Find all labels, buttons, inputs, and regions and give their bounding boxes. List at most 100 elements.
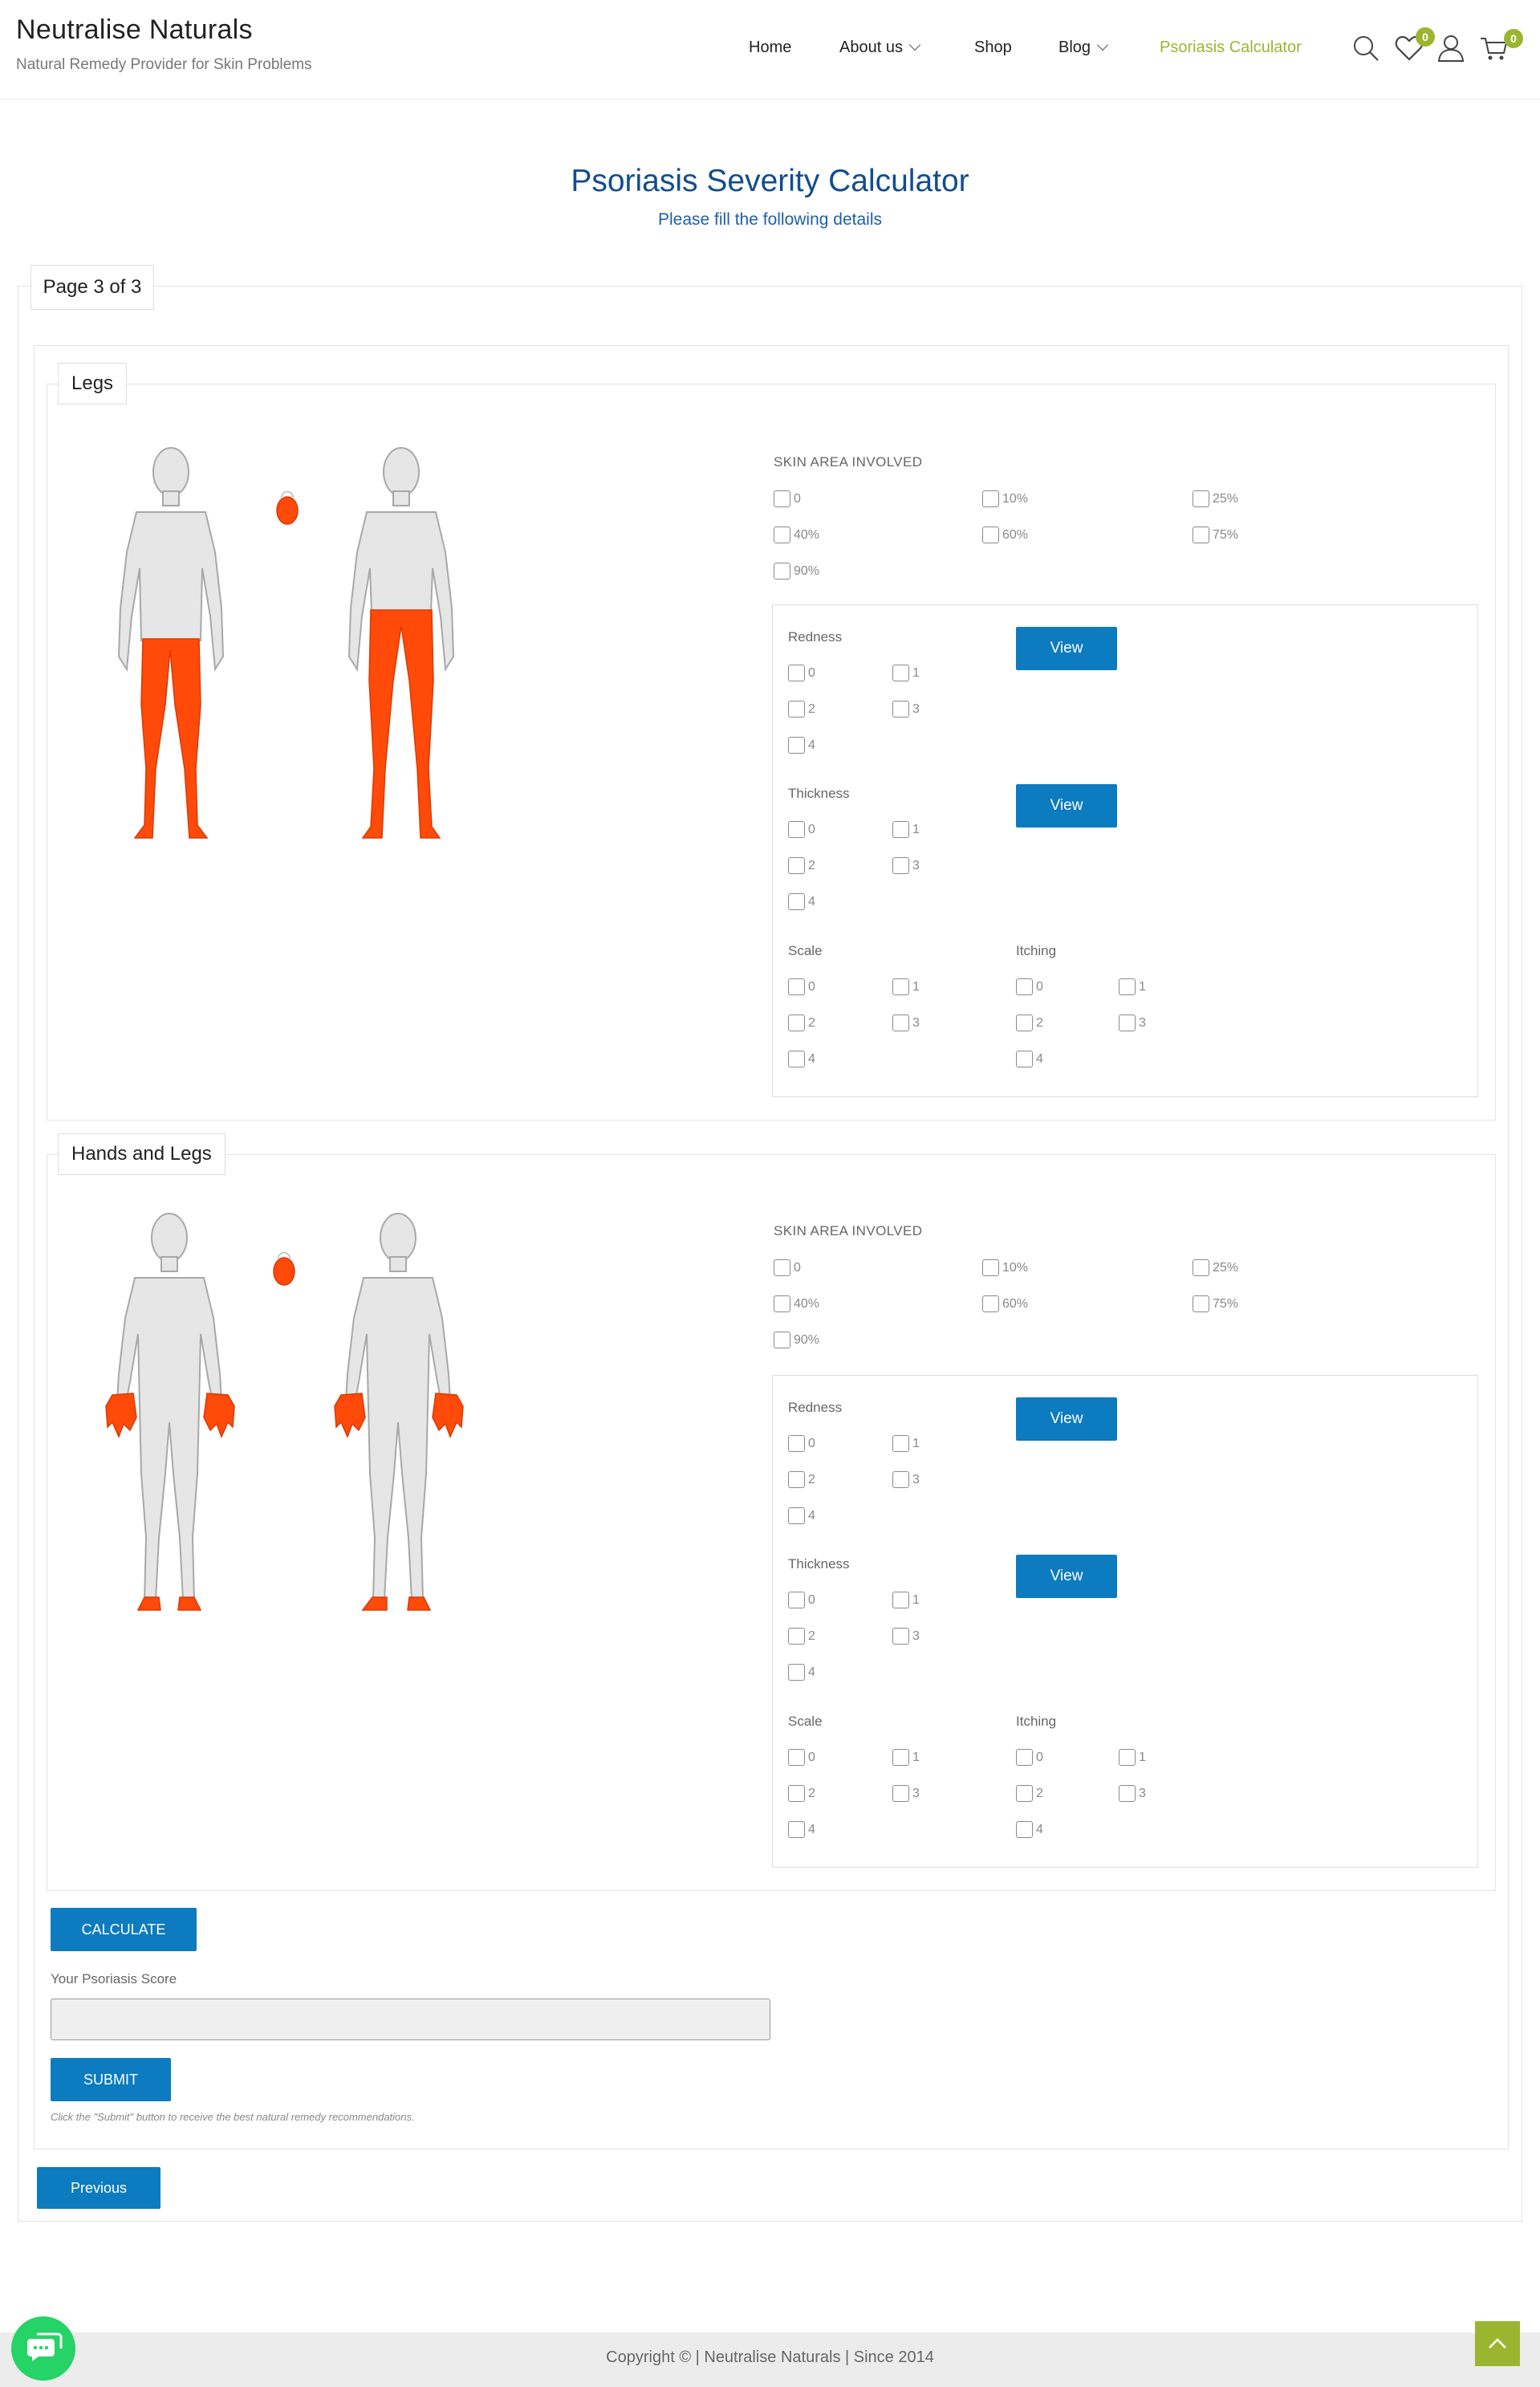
skin-area-option[interactable]: 10%	[982, 490, 1028, 507]
skin-area-option[interactable]: 60%	[982, 527, 1028, 543]
checkbox[interactable]	[892, 1435, 909, 1452]
skin-area-option[interactable]: 40%	[774, 527, 819, 543]
scale-option[interactable]: 3	[892, 1785, 920, 1802]
nav-blog[interactable]: Blog	[1058, 39, 1109, 57]
checkbox[interactable]	[788, 1664, 805, 1681]
skin-area-option[interactable]: 40%	[774, 1295, 819, 1312]
thickness-view-button[interactable]: View	[1016, 784, 1117, 828]
checkbox[interactable]	[788, 1749, 805, 1766]
thickness-option[interactable]: 4	[788, 893, 815, 910]
previous-button[interactable]: Previous	[37, 2167, 161, 2209]
checkbox[interactable]	[788, 1821, 805, 1838]
thickness-option[interactable]: 2	[788, 857, 815, 874]
thickness-option[interactable]: 1	[892, 821, 920, 838]
checkbox[interactable]	[774, 527, 790, 543]
checkbox[interactable]	[774, 1295, 790, 1312]
checkbox[interactable]	[1193, 490, 1209, 507]
itching-option[interactable]: 1	[1119, 1749, 1146, 1766]
itching-option[interactable]: 4	[1016, 1821, 1043, 1838]
itching-option[interactable]: 1	[1119, 978, 1146, 995]
checkbox[interactable]	[774, 1259, 790, 1276]
checkbox[interactable]	[788, 665, 805, 681]
checkbox[interactable]	[788, 1051, 805, 1067]
thickness-option[interactable]: 4	[788, 1664, 815, 1681]
redness-option[interactable]: 1	[892, 1435, 920, 1452]
skin-area-option[interactable]: 90%	[774, 1332, 819, 1348]
submit-button[interactable]: SUBMIT	[51, 2058, 171, 2101]
scale-option[interactable]: 0	[788, 978, 815, 995]
checkbox[interactable]	[892, 978, 909, 995]
checkbox[interactable]	[788, 821, 805, 838]
redness-option[interactable]: 4	[788, 1507, 815, 1524]
checkbox[interactable]	[788, 893, 805, 910]
checkbox[interactable]	[892, 1592, 909, 1608]
checkbox[interactable]	[788, 1628, 805, 1645]
checkbox[interactable]	[892, 665, 909, 681]
thickness-option[interactable]: 3	[892, 1628, 920, 1645]
checkbox[interactable]	[788, 1507, 805, 1524]
thickness-option[interactable]: 0	[788, 821, 815, 838]
thickness-option[interactable]: 3	[892, 857, 920, 874]
checkbox[interactable]	[1193, 1295, 1209, 1312]
scale-option[interactable]: 2	[788, 1785, 815, 1802]
itching-option[interactable]: 0	[1016, 1749, 1043, 1766]
scale-option[interactable]: 3	[892, 1015, 920, 1031]
redness-option[interactable]: 4	[788, 737, 815, 754]
checkbox[interactable]	[788, 1015, 805, 1031]
scroll-to-top-button[interactable]	[1475, 2321, 1520, 2366]
search-icon[interactable]	[1350, 32, 1382, 64]
thickness-option[interactable]: 2	[788, 1628, 815, 1645]
checkbox[interactable]	[1193, 1259, 1209, 1276]
skin-area-option[interactable]: 75%	[1193, 527, 1238, 543]
scale-option[interactable]: 1	[892, 1749, 920, 1766]
checkbox[interactable]	[1016, 1051, 1033, 1067]
thickness-option[interactable]: 1	[892, 1592, 920, 1608]
user-account-icon[interactable]	[1435, 32, 1467, 64]
checkbox[interactable]	[892, 1471, 909, 1488]
itching-option[interactable]: 3	[1119, 1015, 1146, 1031]
skin-area-option[interactable]: 25%	[1193, 490, 1238, 507]
checkbox[interactable]	[1119, 978, 1136, 995]
skin-area-option[interactable]: 0	[774, 1259, 801, 1276]
checkbox[interactable]	[892, 857, 909, 874]
checkbox[interactable]	[1193, 527, 1209, 543]
checkbox[interactable]	[892, 701, 909, 718]
checkbox[interactable]	[1119, 1015, 1136, 1031]
scale-option[interactable]: 1	[892, 978, 920, 995]
skin-area-option[interactable]: 90%	[774, 563, 819, 579]
redness-option[interactable]: 3	[892, 701, 920, 718]
itching-option[interactable]: 2	[1016, 1015, 1043, 1031]
brand-title[interactable]: Neutralise Naturals	[16, 14, 253, 46]
calculate-button[interactable]: CALCULATE	[51, 1908, 197, 1951]
redness-view-button[interactable]: View	[1016, 627, 1117, 670]
nav-about-us[interactable]: About us	[839, 39, 921, 57]
skin-area-option[interactable]: 10%	[982, 1259, 1028, 1276]
itching-option[interactable]: 4	[1016, 1051, 1043, 1067]
checkbox[interactable]	[788, 1435, 805, 1452]
redness-option[interactable]: 2	[788, 701, 815, 718]
redness-option[interactable]: 0	[788, 1435, 815, 1452]
checkbox[interactable]	[788, 1471, 805, 1488]
thickness-option[interactable]: 0	[788, 1592, 815, 1608]
redness-option[interactable]: 0	[788, 665, 815, 681]
nav-shop[interactable]: Shop	[974, 39, 1012, 57]
checkbox[interactable]	[774, 1332, 790, 1348]
checkbox[interactable]	[1016, 1749, 1033, 1766]
scale-option[interactable]: 0	[788, 1749, 815, 1766]
redness-option[interactable]: 2	[788, 1471, 815, 1488]
checkbox[interactable]	[982, 527, 999, 543]
checkbox[interactable]	[774, 490, 790, 507]
redness-view-button[interactable]: View	[1016, 1397, 1117, 1441]
chat-widget-button[interactable]	[11, 2316, 75, 2381]
skin-area-option[interactable]: 25%	[1193, 1259, 1238, 1276]
itching-option[interactable]: 3	[1119, 1785, 1146, 1802]
checkbox[interactable]	[788, 1785, 805, 1802]
checkbox[interactable]	[788, 1592, 805, 1608]
nav-home[interactable]: Home	[749, 39, 791, 57]
scale-option[interactable]: 2	[788, 1015, 815, 1031]
checkbox[interactable]	[982, 490, 999, 507]
scale-option[interactable]: 4	[788, 1821, 815, 1838]
checkbox[interactable]	[892, 821, 909, 838]
redness-option[interactable]: 1	[892, 665, 920, 681]
checkbox[interactable]	[774, 563, 790, 579]
